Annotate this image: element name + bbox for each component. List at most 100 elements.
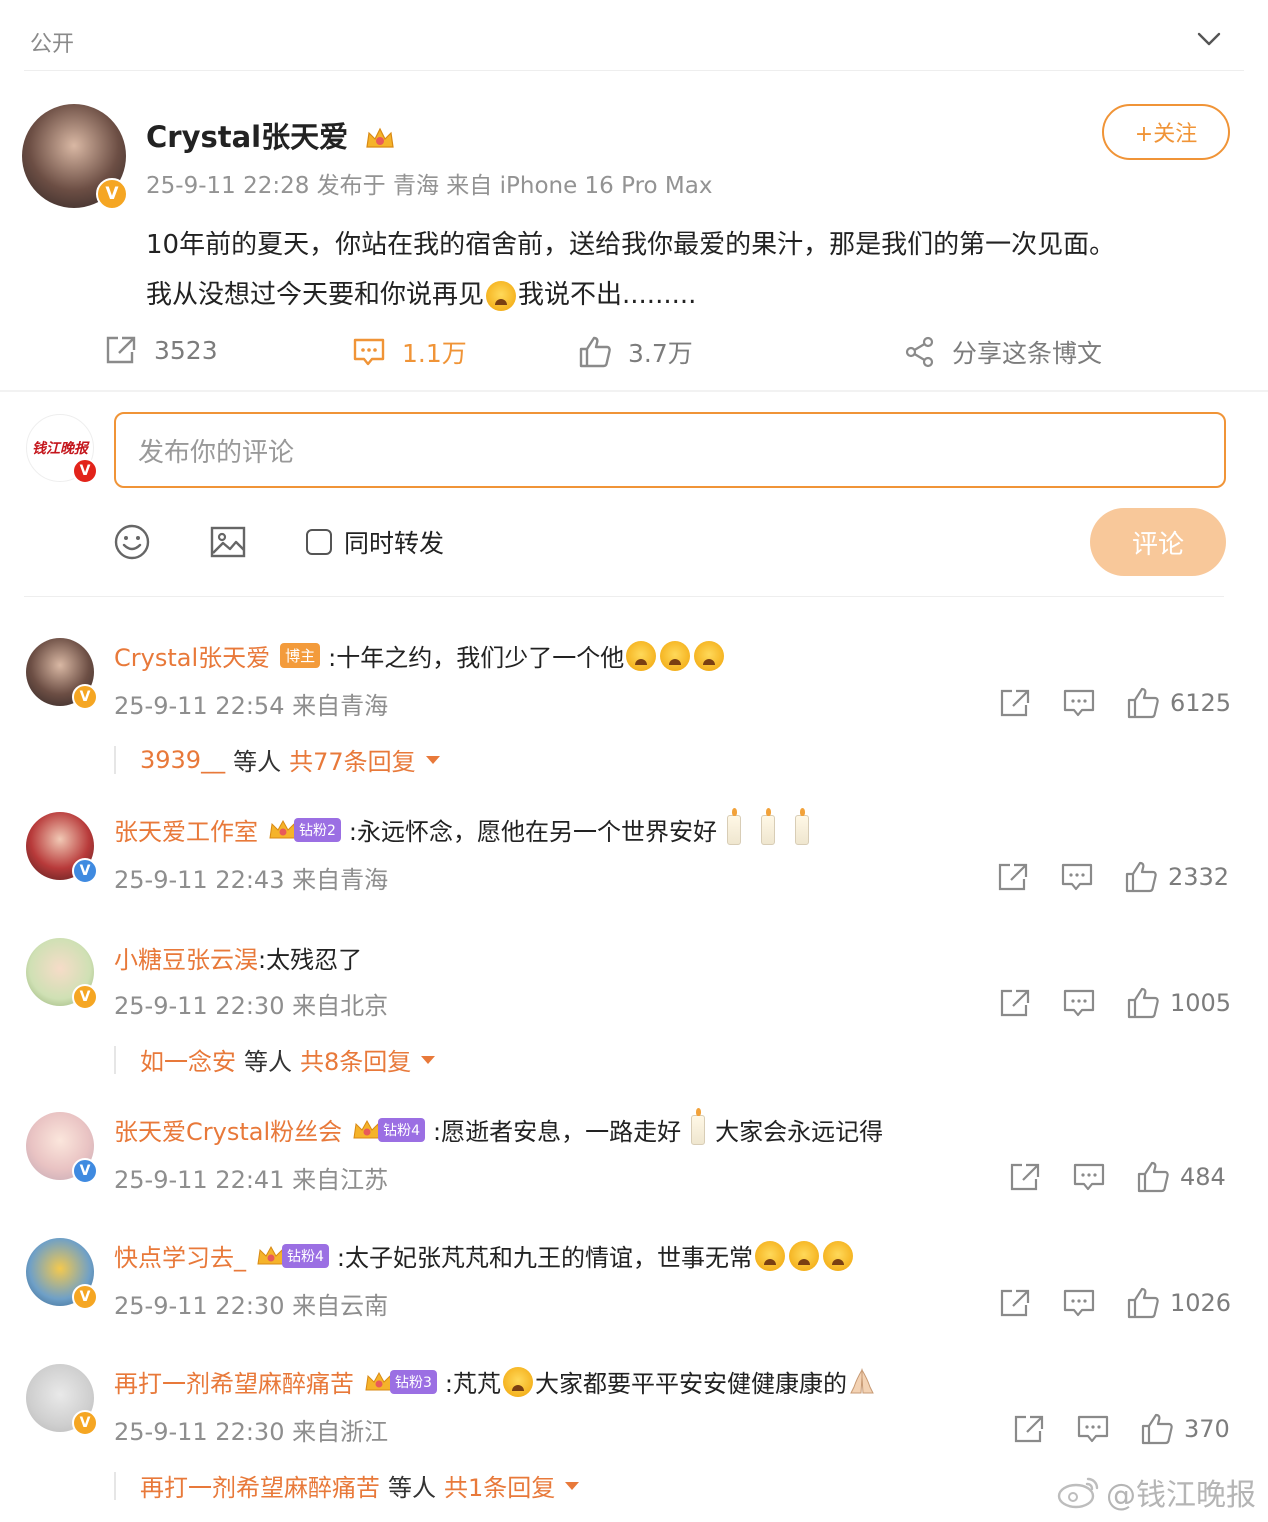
comment-author[interactable]: 张天爱Crystal粉丝会: [114, 1112, 342, 1147]
author-name[interactable]: Crystal张天爱: [146, 114, 396, 156]
reply-user[interactable]: 再打一剂希望麻醉痛苦: [140, 1468, 380, 1503]
comment-meta: 25-9-11 22:41 来自江苏: [114, 1166, 389, 1194]
image-icon[interactable]: [210, 524, 246, 560]
fan-level: 钻粉4: [282, 1243, 329, 1268]
comment-author[interactable]: 小糖豆张云淏: [114, 940, 258, 975]
repost-icon[interactable]: [996, 860, 1030, 894]
like-icon: [579, 336, 611, 368]
repost-icon[interactable]: [1008, 1160, 1042, 1194]
crying-emoji: [694, 640, 725, 671]
repost-icon[interactable]: [1012, 1412, 1046, 1446]
comment-action[interactable]: 1.1万: [352, 334, 467, 370]
repost-icon[interactable]: [998, 1286, 1032, 1320]
comment-meta: 25-9-11 22:30 来自浙江: [114, 1418, 389, 1446]
like-action[interactable]: 3.7万: [578, 334, 693, 370]
visibility-bar[interactable]: 公开: [0, 0, 1268, 72]
repost-icon[interactable]: [998, 986, 1032, 1020]
like-icon[interactable]: [1126, 686, 1160, 720]
like-icon[interactable]: [1140, 1412, 1174, 1446]
verified-badge: V: [72, 984, 98, 1010]
weibo-logo-icon: [1057, 1477, 1099, 1509]
submit-comment-button[interactable]: 评论: [1090, 508, 1226, 576]
crying-emoji: [789, 1240, 820, 1271]
fan-badge: 钻粉2: [268, 817, 341, 842]
fan-level: 钻粉4: [378, 1117, 426, 1142]
reply-user[interactable]: 3939__: [140, 746, 225, 774]
comment-meta: 25-9-11 22:54 来自青海: [114, 692, 389, 720]
comment-icon[interactable]: [1060, 860, 1094, 894]
comment-like-count: 370: [1184, 1415, 1230, 1443]
comment-icon[interactable]: [1072, 1160, 1106, 1194]
also-repost-toggle[interactable]: 同时转发: [306, 524, 444, 560]
comment-actions: 1026: [998, 1286, 1231, 1320]
comment-line: 再打一剂希望麻醉痛苦 钻粉3 :芃芃 大家都要平平安安健健康康的: [114, 1364, 877, 1399]
comment-actions: 2332: [996, 860, 1229, 894]
comment-icon[interactable]: [1062, 1286, 1096, 1320]
comment-text: :愿逝者安息，一路走好: [433, 1118, 682, 1146]
also-repost-checkbox[interactable]: [306, 529, 332, 555]
comment-input-placeholder: 发布你的评论: [138, 437, 295, 468]
verified-badge: V: [72, 1158, 98, 1184]
also-repost-label: 同时转发: [344, 529, 445, 558]
comment-line: 张天爱工作室 钻粉2 :永远怀念，愿他在另一个世界安好: [114, 807, 819, 847]
fan-level: 钻粉3: [390, 1369, 437, 1394]
avatar-logo-text: 钱江晚报: [32, 441, 88, 457]
reply-total[interactable]: 共77条回复: [289, 742, 416, 777]
caret-down-icon: [421, 1055, 436, 1064]
comment-actions: 484: [1008, 1160, 1226, 1194]
crying-emoji: [660, 640, 691, 671]
comment-meta: 25-9-11 22:30 来自云南: [114, 1292, 389, 1320]
comment-text: :太子妃张芃芃和九王的情谊，世事无常: [336, 1244, 754, 1272]
reply-summary[interactable]: 3939__ 等人 共77条回复: [114, 742, 442, 777]
like-icon[interactable]: [1136, 1160, 1170, 1194]
comment-line: 快点学习去_ 钻粉4 :太子妃张芃芃和九王的情谊，世事无常: [114, 1238, 855, 1273]
verified-badge: V: [96, 178, 128, 210]
author-tag: 博主: [280, 643, 321, 668]
reply-summary[interactable]: 如一念安 等人 共8条回复: [114, 1042, 437, 1077]
fan-badge: 钻粉4: [352, 1117, 426, 1142]
reply-user[interactable]: 如一念安: [140, 1042, 236, 1077]
follow-button[interactable]: +关注: [1102, 104, 1230, 160]
comment-author[interactable]: 张天爱工作室: [114, 812, 258, 847]
fan-level: 钻粉2: [294, 817, 341, 842]
comment-text: :芃芃: [444, 1370, 502, 1398]
fan-badge: 钻粉4: [256, 1243, 329, 1268]
comment-icon[interactable]: [1076, 1412, 1110, 1446]
post-meta: 25-9-11 22:28 发布于 青海 来自 iPhone 16 Pro Ma…: [146, 173, 713, 199]
comment-actions: 6125: [998, 686, 1231, 720]
reply-total[interactable]: 共8条回复: [300, 1042, 411, 1077]
repost-count: 3523: [154, 335, 218, 365]
comment-meta: 25-9-11 22:43 来自青海: [114, 866, 389, 894]
reply-mid-text: 等人: [388, 1474, 436, 1502]
pray-emoji: [850, 1367, 874, 1393]
reply-total[interactable]: 共1条回复: [444, 1468, 555, 1503]
comment-author[interactable]: 再打一剂希望麻醉痛苦: [114, 1364, 354, 1399]
comment-author[interactable]: Crystal张天爱: [114, 638, 270, 673]
like-icon[interactable]: [1126, 986, 1160, 1020]
like-icon[interactable]: [1124, 860, 1158, 894]
post-text-line1: 10年前的夏天，你站在我的宿舍前，送给我你最爱的果汁，那是我们的第一次见面。: [146, 230, 1116, 260]
comment-text: :永远怀念，愿他在另一个世界安好: [348, 818, 718, 846]
candle-emoji: [727, 807, 742, 845]
comment-icon[interactable]: [1062, 986, 1096, 1020]
comment-input[interactable]: 发布你的评论: [114, 412, 1226, 488]
comment-line: 张天爱Crystal粉丝会 钻粉4 :愿逝者安息，一路走好 大家会永远记得: [114, 1107, 883, 1147]
reply-summary[interactable]: 再打一剂希望麻醉痛苦 等人 共1条回复: [114, 1468, 581, 1503]
verified-badge: V: [72, 1410, 98, 1436]
composer-divider: [24, 596, 1224, 597]
chevron-down-icon[interactable]: [1196, 26, 1222, 52]
reply-mid-text: 等人: [244, 1048, 292, 1076]
candle-emoji: [761, 807, 776, 845]
verified-badge: V: [72, 684, 98, 710]
comment-like-count: 6125: [1170, 689, 1232, 717]
comment-icon[interactable]: [1062, 686, 1096, 720]
emoji-icon[interactable]: [114, 524, 150, 560]
repost-icon[interactable]: [998, 686, 1032, 720]
repost-action[interactable]: 3523: [104, 334, 218, 366]
visibility-label: 公开: [30, 32, 75, 57]
comment-meta: 25-9-11 22:30 来自北京: [114, 992, 389, 1020]
share-action[interactable]: 分享这条博文: [904, 334, 1102, 370]
comment-author[interactable]: 快点学习去_: [114, 1238, 246, 1273]
like-icon[interactable]: [1126, 1286, 1160, 1320]
like-count: 3.7万: [628, 339, 693, 368]
